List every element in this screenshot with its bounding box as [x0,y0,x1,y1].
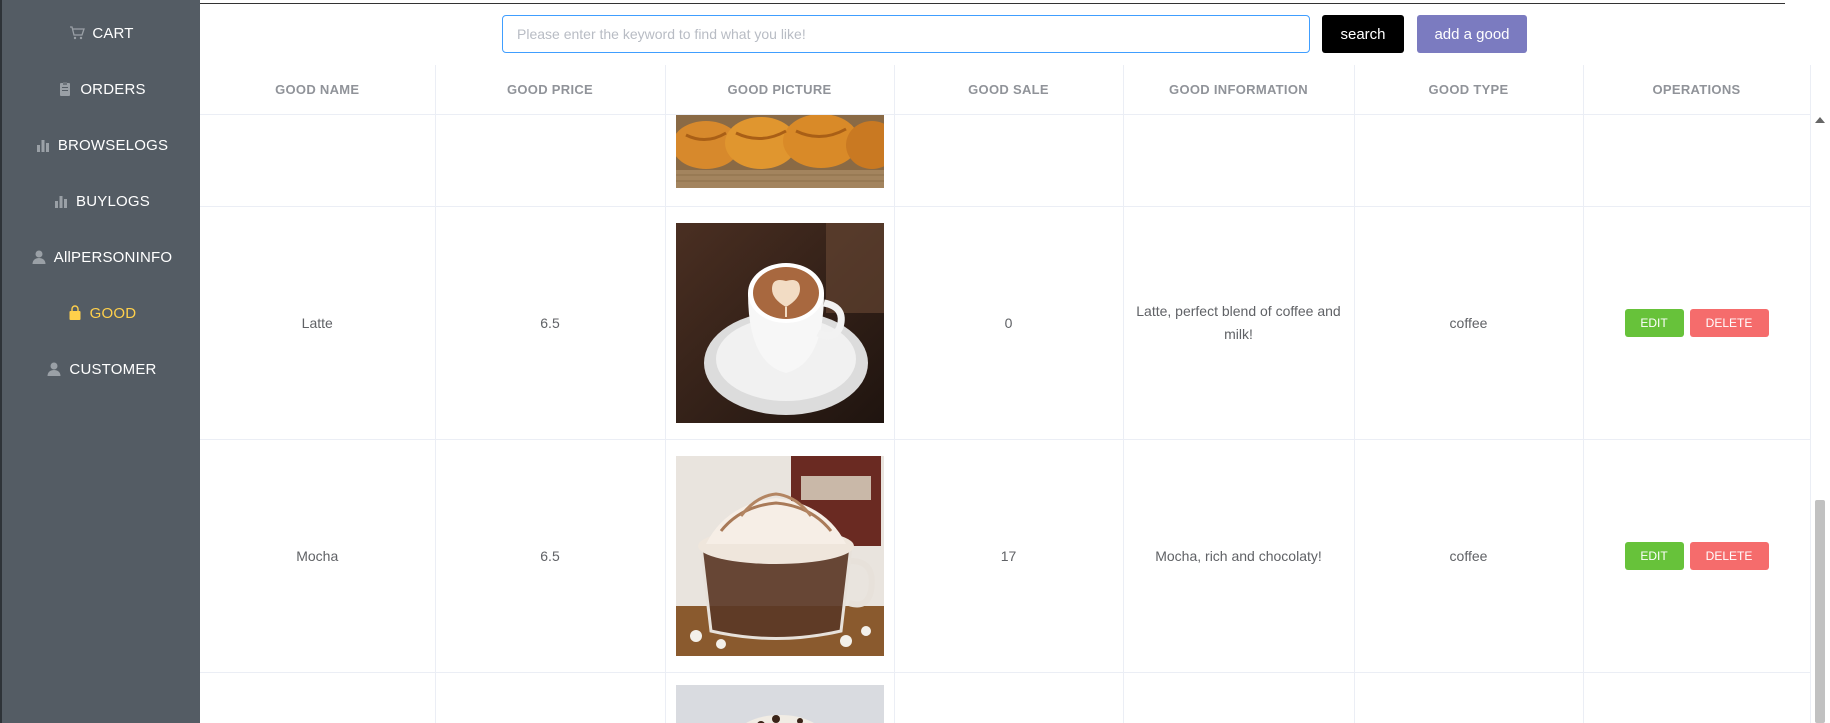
operations-cell: EDIT DELETE [1583,206,1810,440]
good-sale: 17 [894,439,1124,673]
column-header-name: GOOD NAME [200,65,436,115]
table-row: Mocha 6.5 17 Mocha, rich and chocolaty! … [200,439,1810,673]
top-divider [200,3,1785,4]
mocha-whipped-cream-image [675,456,884,656]
table-scrollbar[interactable] [1810,65,1830,723]
good-price: 6.5 [435,206,666,440]
column-header-picture: GOOD PICTURE [665,65,895,115]
search-input[interactable] [502,15,1310,53]
goods-table: GOOD NAME GOOD PRICE GOOD PICTURE GOOD S… [200,65,1810,723]
dessert-image [675,685,884,723]
delete-button[interactable]: DELETE [1689,542,1769,570]
sidebar-item-allpersoninfo[interactable]: AllPERSONINFO [2,229,200,285]
user-icon [45,360,63,378]
good-price: 6.5 [435,439,666,673]
column-header-operations: OPERATIONS [1583,65,1810,115]
good-type: coffee [1354,206,1584,440]
sidebar-item-label: CUSTOMER [69,360,157,378]
good-sale: 0 [894,206,1124,440]
edit-button[interactable]: EDIT [1624,542,1684,570]
sidebar-item-customer[interactable]: CUSTOMER [2,341,200,397]
latte-art-cup-image [675,223,884,423]
sidebar-item-cart[interactable]: CART [2,5,200,61]
good-information: Mocha, rich and chocolaty! [1123,439,1355,673]
good-information: Latte, perfect blend of coffee and milk! [1123,206,1355,440]
column-header-price: GOOD PRICE [435,65,666,115]
column-header-type: GOOD TYPE [1354,65,1584,115]
clipboard-icon [56,80,74,98]
good-name: Latte [200,206,436,440]
column-header-sale: GOOD SALE [894,65,1124,115]
sidebar-item-label: ORDERS [80,80,146,98]
operations-cell: EDIT DELETE [1583,439,1810,673]
sidebar-item-good[interactable]: GOOD [2,285,200,341]
edit-button[interactable]: EDIT [1624,309,1684,337]
cart-icon [68,24,86,42]
good-name: Mocha [200,439,436,673]
sidebar-item-buylogs[interactable]: BUYLOGS [2,173,200,229]
sidebar: CART ORDERS BROWSELOGS BUYLOGS AllPERSON… [0,0,200,723]
table-row [200,672,1810,723]
croissant-image [675,115,884,188]
column-header-information: GOOD INFORMATION [1123,65,1355,115]
table-row [200,114,1810,207]
table-row: Latte 6.5 0 Latte, perfect blend of coff… [200,206,1810,440]
sidebar-item-label: GOOD [89,304,137,322]
sidebar-item-label: BUYLOGS [76,192,150,210]
scroll-up-arrow-icon[interactable] [1815,117,1825,123]
sidebar-item-label: BROWSELOGS [57,136,169,154]
table-header-row: GOOD NAME GOOD PRICE GOOD PICTURE GOOD S… [200,65,1810,115]
scrollbar-thumb[interactable] [1815,500,1825,723]
delete-button[interactable]: DELETE [1689,309,1769,337]
sidebar-item-orders[interactable]: ORDERS [2,61,200,117]
sidebar-item-browselogs[interactable]: BROWSELOGS [2,117,200,173]
bar-chart-icon [34,136,52,154]
shopping-bag-icon [66,304,84,322]
bar-chart-icon [52,192,70,210]
add-good-button[interactable]: add a good [1417,15,1527,53]
search-button[interactable]: search [1322,15,1404,53]
sidebar-item-label: AllPERSONINFO [53,248,173,266]
user-icon [30,248,48,266]
good-type: coffee [1354,439,1584,673]
sidebar-item-label: CART [92,24,134,42]
